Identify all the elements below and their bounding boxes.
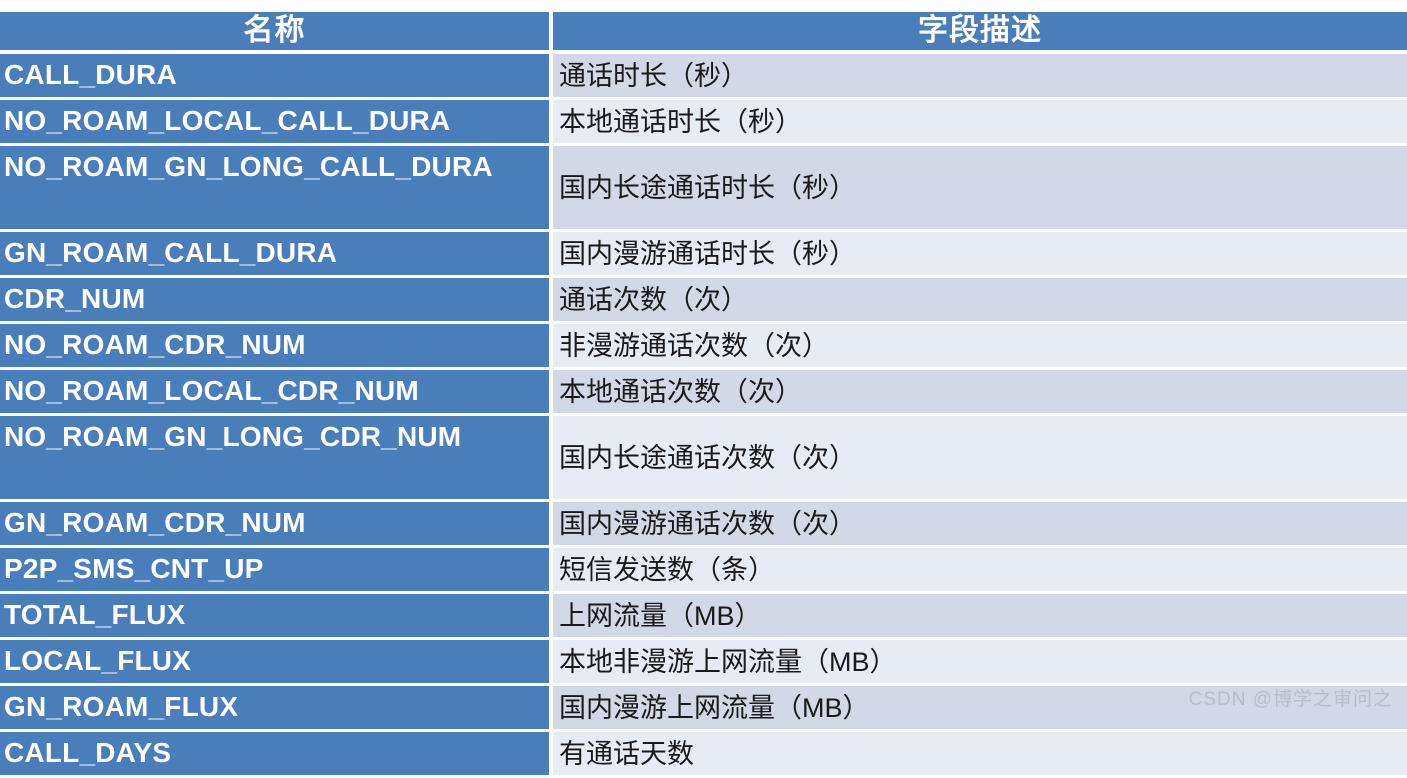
cell-field-name: GN_ROAM_FLUX: [0, 686, 553, 732]
table-row: NO_ROAM_GN_LONG_CALL_DURA 国内长途通话时长（秒）: [0, 146, 1407, 232]
cell-field-description: 有通话天数: [553, 732, 1407, 778]
cell-field-description: 国内漫游通话次数（次）: [553, 502, 1407, 548]
table-header-row: 名称 字段描述: [0, 12, 1407, 54]
cell-field-description: 通话时长（秒）: [553, 54, 1407, 100]
cell-field-name: GN_ROAM_CDR_NUM: [0, 502, 553, 548]
column-header-description: 字段描述: [553, 12, 1407, 54]
cell-field-name: CALL_DAYS: [0, 732, 553, 778]
field-definition-table: 名称 字段描述 CALL_DURA 通话时长（秒） NO_ROAM_LOCAL_CA…: [0, 12, 1407, 778]
table-row: NO_ROAM_CDR_NUM 非漫游通话次数（次）: [0, 324, 1407, 370]
cell-field-name: CDR_NUM: [0, 278, 553, 324]
table-body: CALL_DURA 通话时长（秒） NO_ROAM_LOCAL_CALL_DURA 本…: [0, 54, 1407, 778]
cell-field-name: LOCAL_FLUX: [0, 640, 553, 686]
cell-field-description: 本地通话次数（次）: [553, 370, 1407, 416]
cell-field-name: NO_ROAM_LOCAL_CALL_DURA: [0, 100, 553, 146]
table-row: CALL_DURA 通话时长（秒）: [0, 54, 1407, 100]
cell-field-name: NO_ROAM_LOCAL_CDR_NUM: [0, 370, 553, 416]
cell-field-description: 上网流量（MB）: [553, 594, 1407, 640]
table-row: GN_ROAM_CALL_DURA 国内漫游通话时长（秒）: [0, 232, 1407, 278]
cell-field-name: NO_ROAM_GN_LONG_CDR_NUM: [0, 416, 553, 502]
cell-field-name: TOTAL_FLUX: [0, 594, 553, 640]
table-row: LOCAL_FLUX 本地非漫游上网流量（MB）: [0, 640, 1407, 686]
table-row: NO_ROAM_GN_LONG_CDR_NUM 国内长途通话次数（次）: [0, 416, 1407, 502]
cell-field-description: 国内漫游通话时长（秒）: [553, 232, 1407, 278]
cell-field-description: 短信发送数（条）: [553, 548, 1407, 594]
cell-field-description: 非漫游通话次数（次）: [553, 324, 1407, 370]
cell-field-name: P2P_SMS_CNT_UP: [0, 548, 553, 594]
cell-field-description: 本地通话时长（秒）: [553, 100, 1407, 146]
cell-field-name: NO_ROAM_CDR_NUM: [0, 324, 553, 370]
cell-field-description: 国内长途通话时长（秒）: [553, 146, 1407, 232]
table-row: CDR_NUM 通话次数（次）: [0, 278, 1407, 324]
table-row: TOTAL_FLUX 上网流量（MB）: [0, 594, 1407, 640]
csdn-watermark: CSDN @博学之审问之: [1188, 689, 1393, 710]
table-header: 名称 字段描述: [0, 12, 1407, 54]
cell-field-description: 本地非漫游上网流量（MB）: [553, 640, 1407, 686]
table-row: CALL_DAYS 有通话天数: [0, 732, 1407, 778]
table-row: GN_ROAM_CDR_NUM 国内漫游通话次数（次）: [0, 502, 1407, 548]
column-header-name: 名称: [0, 12, 553, 54]
cell-field-description: 国内长途通话次数（次）: [553, 416, 1407, 502]
table-row: NO_ROAM_LOCAL_CDR_NUM 本地通话次数（次）: [0, 370, 1407, 416]
table-row: NO_ROAM_LOCAL_CALL_DURA 本地通话时长（秒）: [0, 100, 1407, 146]
cell-field-description: 通话次数（次）: [553, 278, 1407, 324]
cell-field-name: GN_ROAM_CALL_DURA: [0, 232, 553, 278]
table-row: P2P_SMS_CNT_UP 短信发送数（条）: [0, 548, 1407, 594]
cell-field-name: NO_ROAM_GN_LONG_CALL_DURA: [0, 146, 553, 232]
cell-field-name: CALL_DURA: [0, 54, 553, 100]
